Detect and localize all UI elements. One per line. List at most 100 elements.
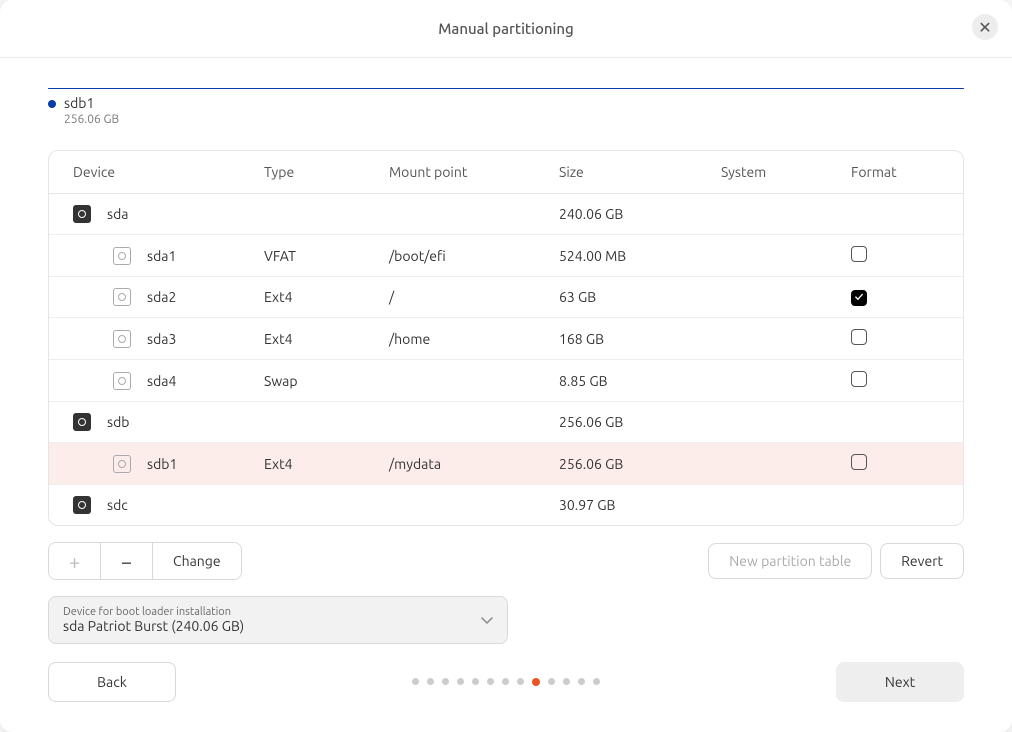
header-system: System: [721, 151, 851, 194]
page-dot[interactable]: [427, 678, 434, 685]
page-dot[interactable]: [412, 678, 419, 685]
mount-cell: /home: [389, 318, 559, 360]
toolbar-left: + − Change: [48, 542, 242, 580]
page-dot[interactable]: [532, 678, 540, 686]
header-type: Type: [264, 151, 389, 194]
device-name: sdc: [107, 497, 128, 513]
page-dot[interactable]: [563, 678, 570, 685]
device-name: sda2: [147, 289, 176, 305]
pagination-dots: [412, 678, 600, 686]
partition-icon: [113, 372, 131, 390]
format-cell: [851, 194, 963, 235]
format-cell: [851, 277, 963, 318]
next-button[interactable]: Next: [836, 662, 964, 702]
remove-partition-button[interactable]: −: [101, 543, 153, 579]
page-dot[interactable]: [517, 678, 524, 685]
legend-partition-size: 256.06 GB: [64, 112, 119, 128]
page-dot[interactable]: [593, 678, 600, 685]
mount-cell: /mydata: [389, 443, 559, 485]
system-cell: [721, 402, 851, 443]
page-dot[interactable]: [548, 678, 555, 685]
format-cell: [851, 318, 963, 360]
size-cell: 30.97 GB: [559, 485, 721, 526]
change-partition-button[interactable]: Change: [153, 543, 241, 579]
format-checkbox[interactable]: [851, 454, 867, 470]
legend-dot-icon: [48, 100, 56, 108]
type-cell: [264, 402, 389, 443]
size-cell: 8.85 GB: [559, 360, 721, 402]
table-row[interactable]: sda2Ext4/63 GB: [49, 277, 963, 318]
page-dot[interactable]: [472, 678, 479, 685]
format-checkbox[interactable]: [851, 371, 867, 387]
bootloader-value: sda Patriot Burst (240.06 GB): [63, 618, 244, 634]
table-row[interactable]: sda3Ext4/home168 GB: [49, 318, 963, 360]
size-cell: 256.06 GB: [559, 402, 721, 443]
partition-table-container: Device Type Mount point Size System Form…: [48, 150, 964, 526]
format-checkbox[interactable]: [851, 246, 867, 262]
disk-icon: [73, 496, 91, 514]
format-cell: [851, 360, 963, 402]
device-name: sda4: [147, 373, 176, 389]
format-cell: [851, 443, 963, 485]
format-cell: [851, 402, 963, 443]
page-dot[interactable]: [442, 678, 449, 685]
type-cell: Ext4: [264, 318, 389, 360]
mount-cell: [389, 402, 559, 443]
mount-cell: [389, 194, 559, 235]
close-icon: ✕: [978, 18, 991, 37]
back-button[interactable]: Back: [48, 662, 176, 702]
bootloader-select[interactable]: Device for boot loader installation sda …: [48, 596, 508, 644]
type-cell: VFAT: [264, 235, 389, 277]
minus-icon: −: [121, 550, 132, 573]
toolbar-right: New partition table Revert: [708, 543, 964, 579]
legend-text: sdb1 256.06 GB: [64, 94, 119, 128]
disk-legend: sdb1 256.06 GB: [48, 94, 964, 128]
titlebar: Manual partitioning ✕: [0, 0, 1012, 58]
new-table-label: New partition table: [729, 553, 851, 569]
device-name: sdb1: [147, 456, 177, 472]
content-area: sdb1 256.06 GB Device Type Mount point S…: [0, 58, 1012, 644]
system-cell: [721, 277, 851, 318]
format-checkbox[interactable]: [851, 290, 867, 306]
type-cell: [264, 194, 389, 235]
size-cell: 256.06 GB: [559, 443, 721, 485]
partition-icon: [113, 247, 131, 265]
installer-window: Manual partitioning ✕ sdb1 256.06 GB Dev…: [0, 0, 1012, 732]
table-row[interactable]: sdb1 Ext4/mydata256.06 GB: [49, 443, 963, 485]
system-cell: [721, 443, 851, 485]
partition-icon: [113, 455, 131, 473]
size-cell: 524.00 MB: [559, 235, 721, 277]
disk-icon: [73, 205, 91, 223]
table-header-row: Device Type Mount point Size System Form…: [49, 151, 963, 194]
format-cell: [851, 235, 963, 277]
partition-button-group: + − Change: [48, 542, 242, 580]
table-row[interactable]: sdc 30.97 GB: [49, 485, 963, 526]
header-size: Size: [559, 151, 721, 194]
system-cell: [721, 318, 851, 360]
type-cell: Ext4: [264, 277, 389, 318]
add-partition-button[interactable]: +: [49, 543, 101, 579]
page-dot[interactable]: [502, 678, 509, 685]
type-cell: Ext4: [264, 443, 389, 485]
table-row[interactable]: sda240.06 GB: [49, 194, 963, 235]
bootloader-text: Device for boot loader installation sda …: [63, 606, 244, 634]
table-row[interactable]: sda1VFAT/boot/efi524.00 MB: [49, 235, 963, 277]
partition-toolbar: + − Change New partition table Revert: [48, 542, 964, 580]
page-dot[interactable]: [457, 678, 464, 685]
device-name: sda3: [147, 331, 176, 347]
footer: Back Next: [0, 662, 1012, 732]
bootloader-label: Device for boot loader installation: [63, 606, 244, 618]
device-name: sdb: [107, 414, 129, 430]
format-checkbox[interactable]: [851, 329, 867, 345]
close-button[interactable]: ✕: [972, 14, 998, 40]
table-row[interactable]: sdb 256.06 GB: [49, 402, 963, 443]
new-partition-table-button[interactable]: New partition table: [708, 543, 872, 579]
system-cell: [721, 360, 851, 402]
chevron-down-icon: [481, 611, 493, 629]
revert-button[interactable]: Revert: [880, 543, 964, 579]
mount-cell: /boot/efi: [389, 235, 559, 277]
partition-icon: [113, 288, 131, 306]
page-dot[interactable]: [578, 678, 585, 685]
table-row[interactable]: sda4Swap8.85 GB: [49, 360, 963, 402]
page-dot[interactable]: [487, 678, 494, 685]
